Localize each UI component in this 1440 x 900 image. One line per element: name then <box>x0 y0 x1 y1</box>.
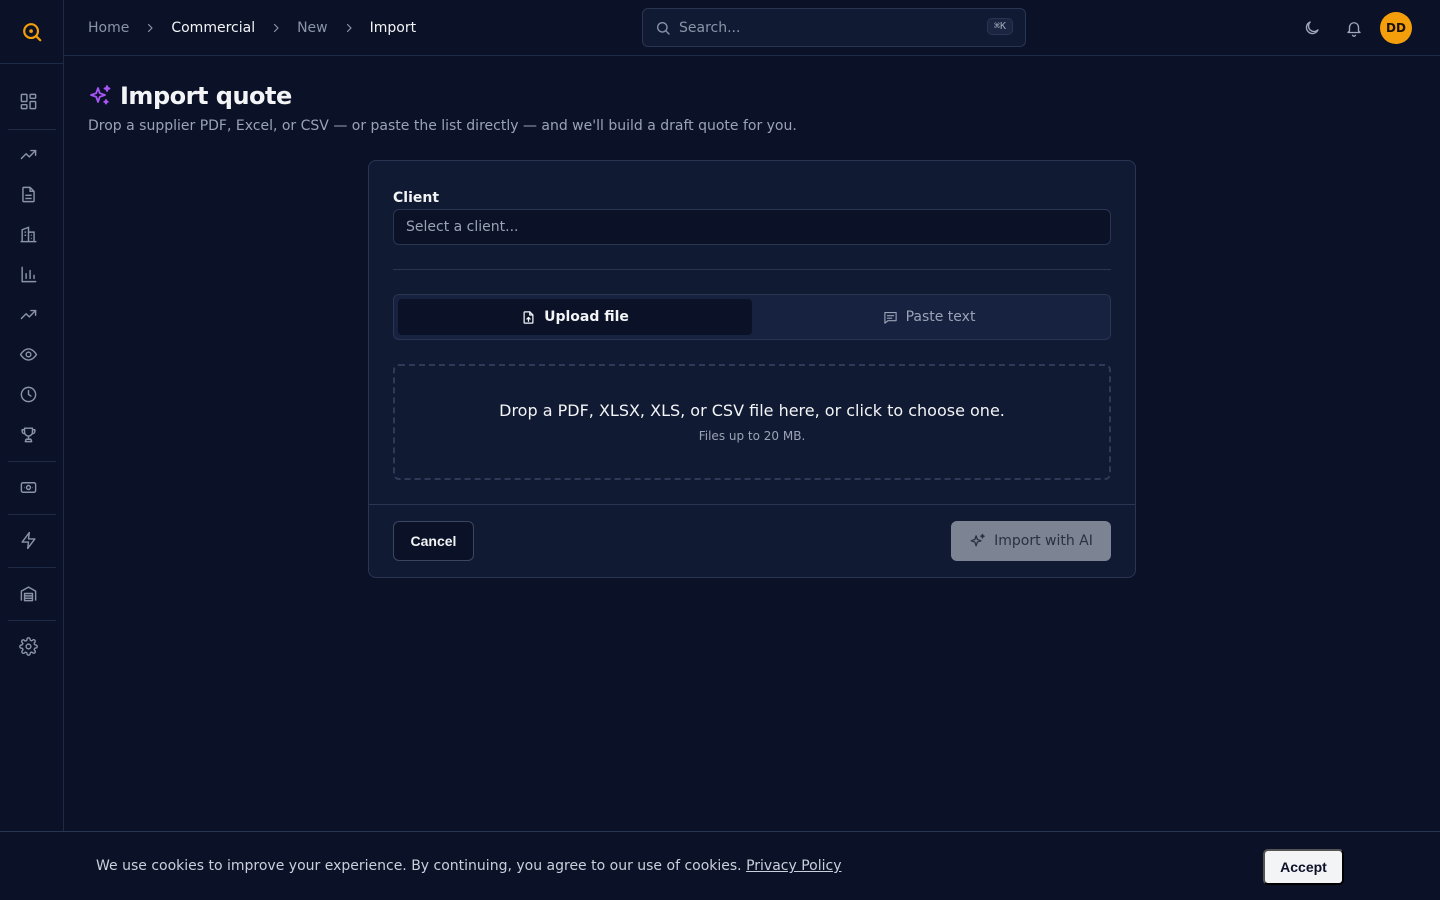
card-footer-divider <box>369 504 1135 505</box>
tab-upload-file-label: Upload file <box>544 309 629 325</box>
gear-icon <box>18 636 38 656</box>
search-input[interactable]: Search... ⌘K <box>642 8 1026 47</box>
sidebar-item-trends[interactable] <box>12 298 44 330</box>
sidebar <box>0 0 64 831</box>
import-with-ai-label: Import with AI <box>994 533 1093 549</box>
sidebar-item-reports[interactable] <box>12 258 44 290</box>
tab-upload-file[interactable]: Upload file <box>398 299 752 335</box>
logo[interactable] <box>0 0 63 64</box>
notifications-button[interactable] <box>1342 16 1366 40</box>
page-title: Import quote <box>88 82 797 110</box>
tab-paste-text[interactable]: Paste text <box>752 299 1106 335</box>
breadcrumb-import: Import <box>369 20 417 36</box>
search-shortcut: ⌘K <box>986 18 1013 35</box>
clock-icon <box>20 386 36 402</box>
top-bar: Home Commercial New Import Search... ⌘K … <box>64 0 1440 56</box>
sidebar-item-automations[interactable] <box>12 524 44 556</box>
avatar[interactable]: DD <box>1380 12 1412 44</box>
dropzone-size-hint: Files up to 20 MB. <box>698 429 806 443</box>
cookie-text: We use cookies to improve your experienc… <box>96 858 742 874</box>
cancel-button[interactable]: Cancel <box>393 521 474 561</box>
import-mode-tabs: Upload file Paste text <box>393 294 1111 340</box>
moon-icon <box>1305 21 1319 35</box>
sidebar-item-history[interactable] <box>12 378 44 410</box>
zap-icon <box>20 531 36 549</box>
file-upload-icon <box>523 310 534 324</box>
search-logo-icon <box>22 22 41 41</box>
sidebar-item-watch[interactable] <box>12 338 44 370</box>
chevron-right-icon <box>343 22 355 34</box>
tab-paste-text-label: Paste text <box>905 309 976 325</box>
sidebar-divider <box>8 514 56 515</box>
sidebar-divider <box>8 461 56 462</box>
building-icon <box>20 225 36 242</box>
warehouse-icon <box>20 585 36 601</box>
breadcrumb: Home Commercial New Import <box>88 0 416 56</box>
sidebar-divider <box>8 567 56 568</box>
message-text-icon <box>883 311 897 324</box>
client-select-placeholder: Select a client... <box>406 219 519 235</box>
chevron-right-icon <box>270 22 282 34</box>
bell-icon <box>1347 22 1361 37</box>
sidebar-item-buildings[interactable] <box>12 218 44 250</box>
trophy-icon <box>20 426 36 442</box>
client-select[interactable]: Select a client... <box>393 209 1111 245</box>
cookie-message: We use cookies to improve your experienc… <box>96 858 842 874</box>
divider <box>393 269 1111 270</box>
import-card: Client Select a client... Upload file Pa… <box>368 160 1136 578</box>
sparkles-icon <box>90 85 111 105</box>
search-icon <box>657 21 670 35</box>
sidebar-item-settings[interactable] <box>12 630 44 662</box>
accept-cookies-button[interactable]: Accept <box>1263 849 1344 885</box>
sidebar-item-finance[interactable] <box>12 471 44 503</box>
sparkles-icon <box>970 533 985 546</box>
page-header: Import quote Drop a supplier PDF, Excel,… <box>88 82 797 134</box>
bar-chart-icon <box>20 266 36 282</box>
sidebar-item-documents[interactable] <box>12 178 44 210</box>
privacy-policy-link[interactable]: Privacy Policy <box>746 858 841 874</box>
breadcrumb-home[interactable]: Home <box>88 20 129 36</box>
dropzone-instructions: Drop a PDF, XLSX, XLS, or CSV file here,… <box>499 401 1005 420</box>
page-subtitle: Drop a supplier PDF, Excel, or CSV — or … <box>88 118 797 134</box>
sidebar-item-warehouse[interactable] <box>12 577 44 609</box>
sidebar-item-achievements[interactable] <box>12 418 44 450</box>
trending-up-icon <box>20 149 36 159</box>
breadcrumb-new[interactable]: New <box>297 20 328 36</box>
banknote-icon <box>20 481 36 493</box>
theme-toggle-button[interactable] <box>1300 16 1324 40</box>
sidebar-divider <box>8 129 56 130</box>
chevron-right-icon <box>144 22 156 34</box>
search-placeholder: Search... <box>679 19 741 36</box>
trend-icon <box>20 309 36 319</box>
cookie-banner: We use cookies to improve your experienc… <box>0 831 1440 900</box>
breadcrumb-commercial[interactable]: Commercial <box>171 20 255 36</box>
import-with-ai-button[interactable]: Import with AI <box>951 521 1111 561</box>
document-icon <box>21 186 35 202</box>
eye-icon <box>19 347 37 361</box>
sidebar-item-trending[interactable] <box>12 138 44 170</box>
sidebar-item-dashboard[interactable] <box>12 85 44 117</box>
page-title-text: Import quote <box>120 82 292 110</box>
file-dropzone[interactable]: Drop a PDF, XLSX, XLS, or CSV file here,… <box>393 364 1111 480</box>
client-label: Client <box>393 190 440 206</box>
sidebar-divider <box>8 620 56 621</box>
dashboard-icon <box>20 93 36 109</box>
